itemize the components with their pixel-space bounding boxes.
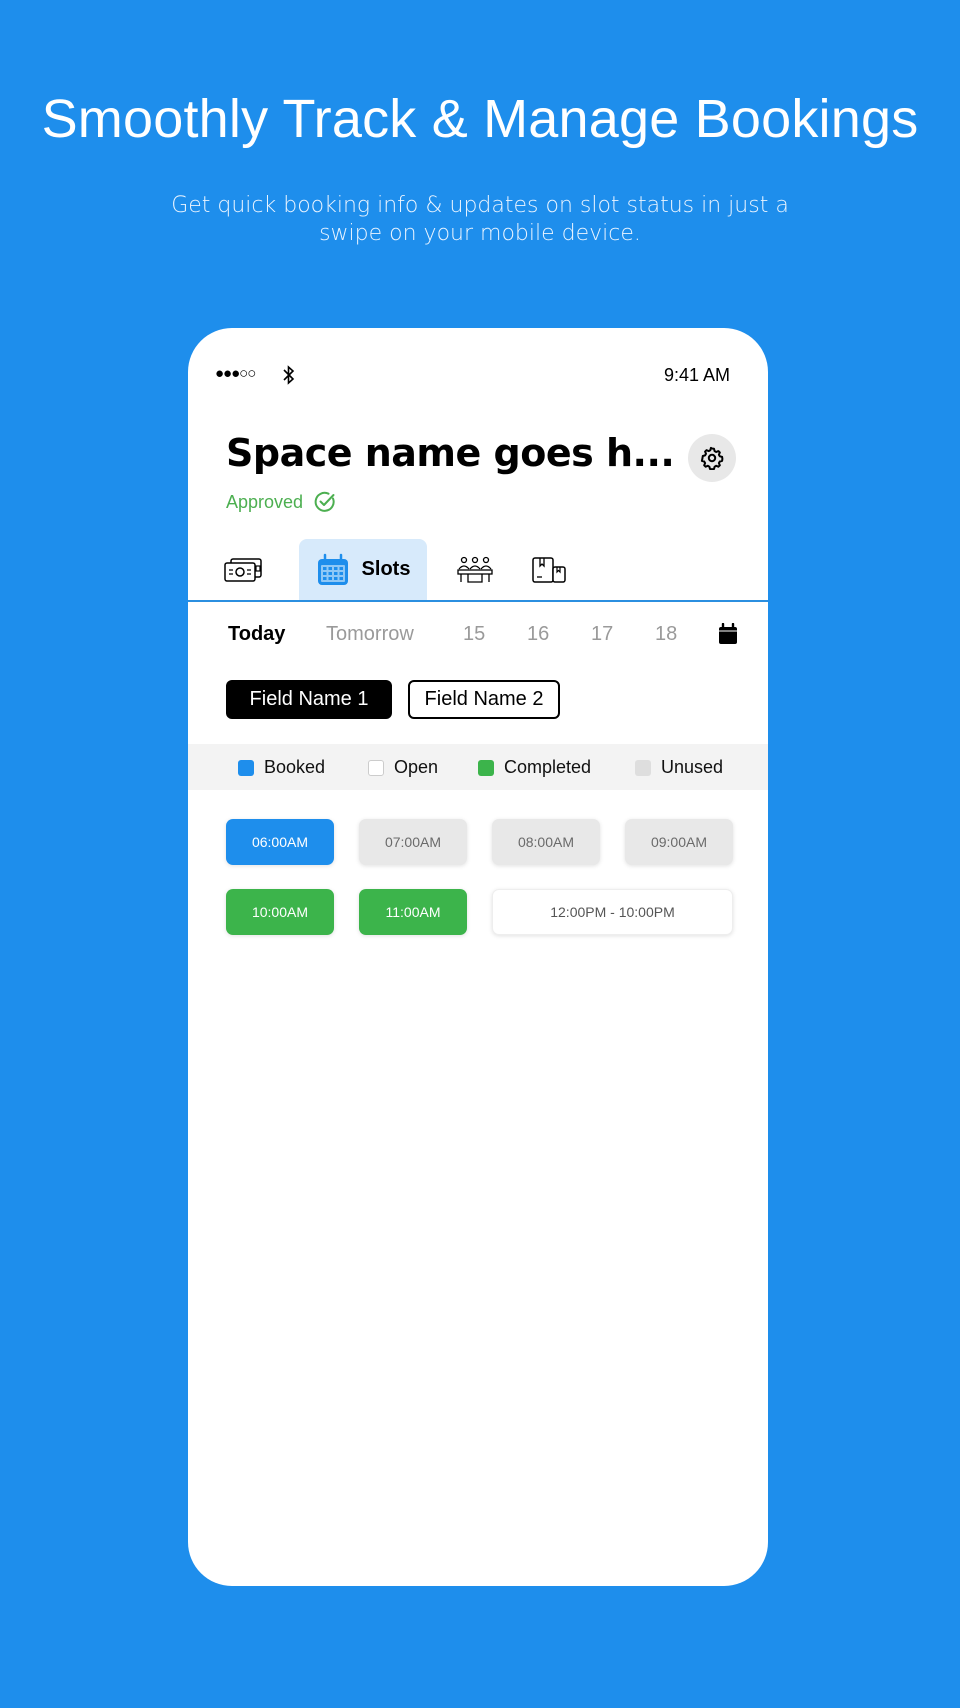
date-selector: Today Tomorrow 15 16 17 18 <box>188 622 768 653</box>
signal-strength-icon: ●●●○○ <box>215 365 256 382</box>
slot-1000am[interactable]: 10:00AM <box>226 889 334 935</box>
slot-1200pm-1000pm[interactable]: 12:00PM - 10:00PM <box>492 889 733 935</box>
slot-0900am[interactable]: 09:00AM <box>625 819 733 865</box>
legend-swatch-unused <box>635 759 651 776</box>
date-18[interactable]: 18 <box>655 623 677 646</box>
slot-0800am[interactable]: 08:00AM <box>492 819 600 865</box>
status-time: 9:41 AM <box>663 365 730 385</box>
bluetooth-icon <box>282 365 296 390</box>
tab-documents[interactable] <box>524 539 574 600</box>
tab-slots[interactable]: Slots <box>299 539 427 600</box>
meeting-people-icon <box>457 556 493 583</box>
legend-swatch-booked <box>238 759 254 776</box>
legend-swatch-completed <box>478 759 494 776</box>
tab-payments[interactable] <box>218 539 268 600</box>
slot-1100am[interactable]: 11:00AM <box>359 889 467 935</box>
legend-label: Booked <box>264 757 326 777</box>
date-today[interactable]: Today <box>228 623 285 646</box>
hero-subtitle: Get quick booking info & updates on slot… <box>171 193 789 246</box>
legend-swatch-open <box>368 759 384 776</box>
tab-slots-label: Slots <box>361 558 411 580</box>
phone-mockup: ●●●○○ 9:41 AM Space name goes h... Appro… <box>188 328 768 1586</box>
status-bar: ●●●○○ 9:41 AM <box>188 362 768 390</box>
slot-legend: Booked Open Completed Unused <box>188 744 768 790</box>
legend-unused: Unused <box>635 757 723 778</box>
payment-card-icon <box>224 557 262 582</box>
legend-label: Completed <box>504 757 592 777</box>
tab-meetings[interactable] <box>450 539 500 600</box>
approval-status-text: Approved <box>226 491 304 512</box>
approval-status: Approved <box>226 490 337 514</box>
date-tomorrow[interactable]: Tomorrow <box>326 623 414 646</box>
legend-open: Open <box>368 757 438 778</box>
check-circle-icon <box>314 491 335 512</box>
space-title: Space name goes h... <box>226 431 675 475</box>
field-selector: Field Name 1 Field Name 2 <box>226 680 560 719</box>
slot-0600am[interactable]: 06:00AM <box>226 819 334 865</box>
calendar-icon <box>317 553 348 585</box>
tab-bar: Slots <box>188 539 768 602</box>
date-17[interactable]: 17 <box>591 623 613 646</box>
settings-button[interactable] <box>688 434 736 482</box>
field-button-1[interactable]: Field Name 1 <box>226 680 392 719</box>
slot-0700am[interactable]: 07:00AM <box>359 819 467 865</box>
legend-booked: Booked <box>238 757 325 778</box>
calendar-icon <box>719 622 737 644</box>
gear-icon <box>700 446 724 470</box>
field-button-2[interactable]: Field Name 2 <box>408 680 560 719</box>
documents-icon <box>532 556 566 583</box>
date-16[interactable]: 16 <box>527 623 549 646</box>
legend-label: Unused <box>661 757 724 777</box>
hero-title: Smoothly Track & Manage Bookings <box>41 89 919 149</box>
calendar-picker-button[interactable] <box>718 622 738 650</box>
date-15[interactable]: 15 <box>463 623 485 646</box>
legend-label: Open <box>394 757 439 777</box>
legend-completed: Completed <box>478 757 591 778</box>
